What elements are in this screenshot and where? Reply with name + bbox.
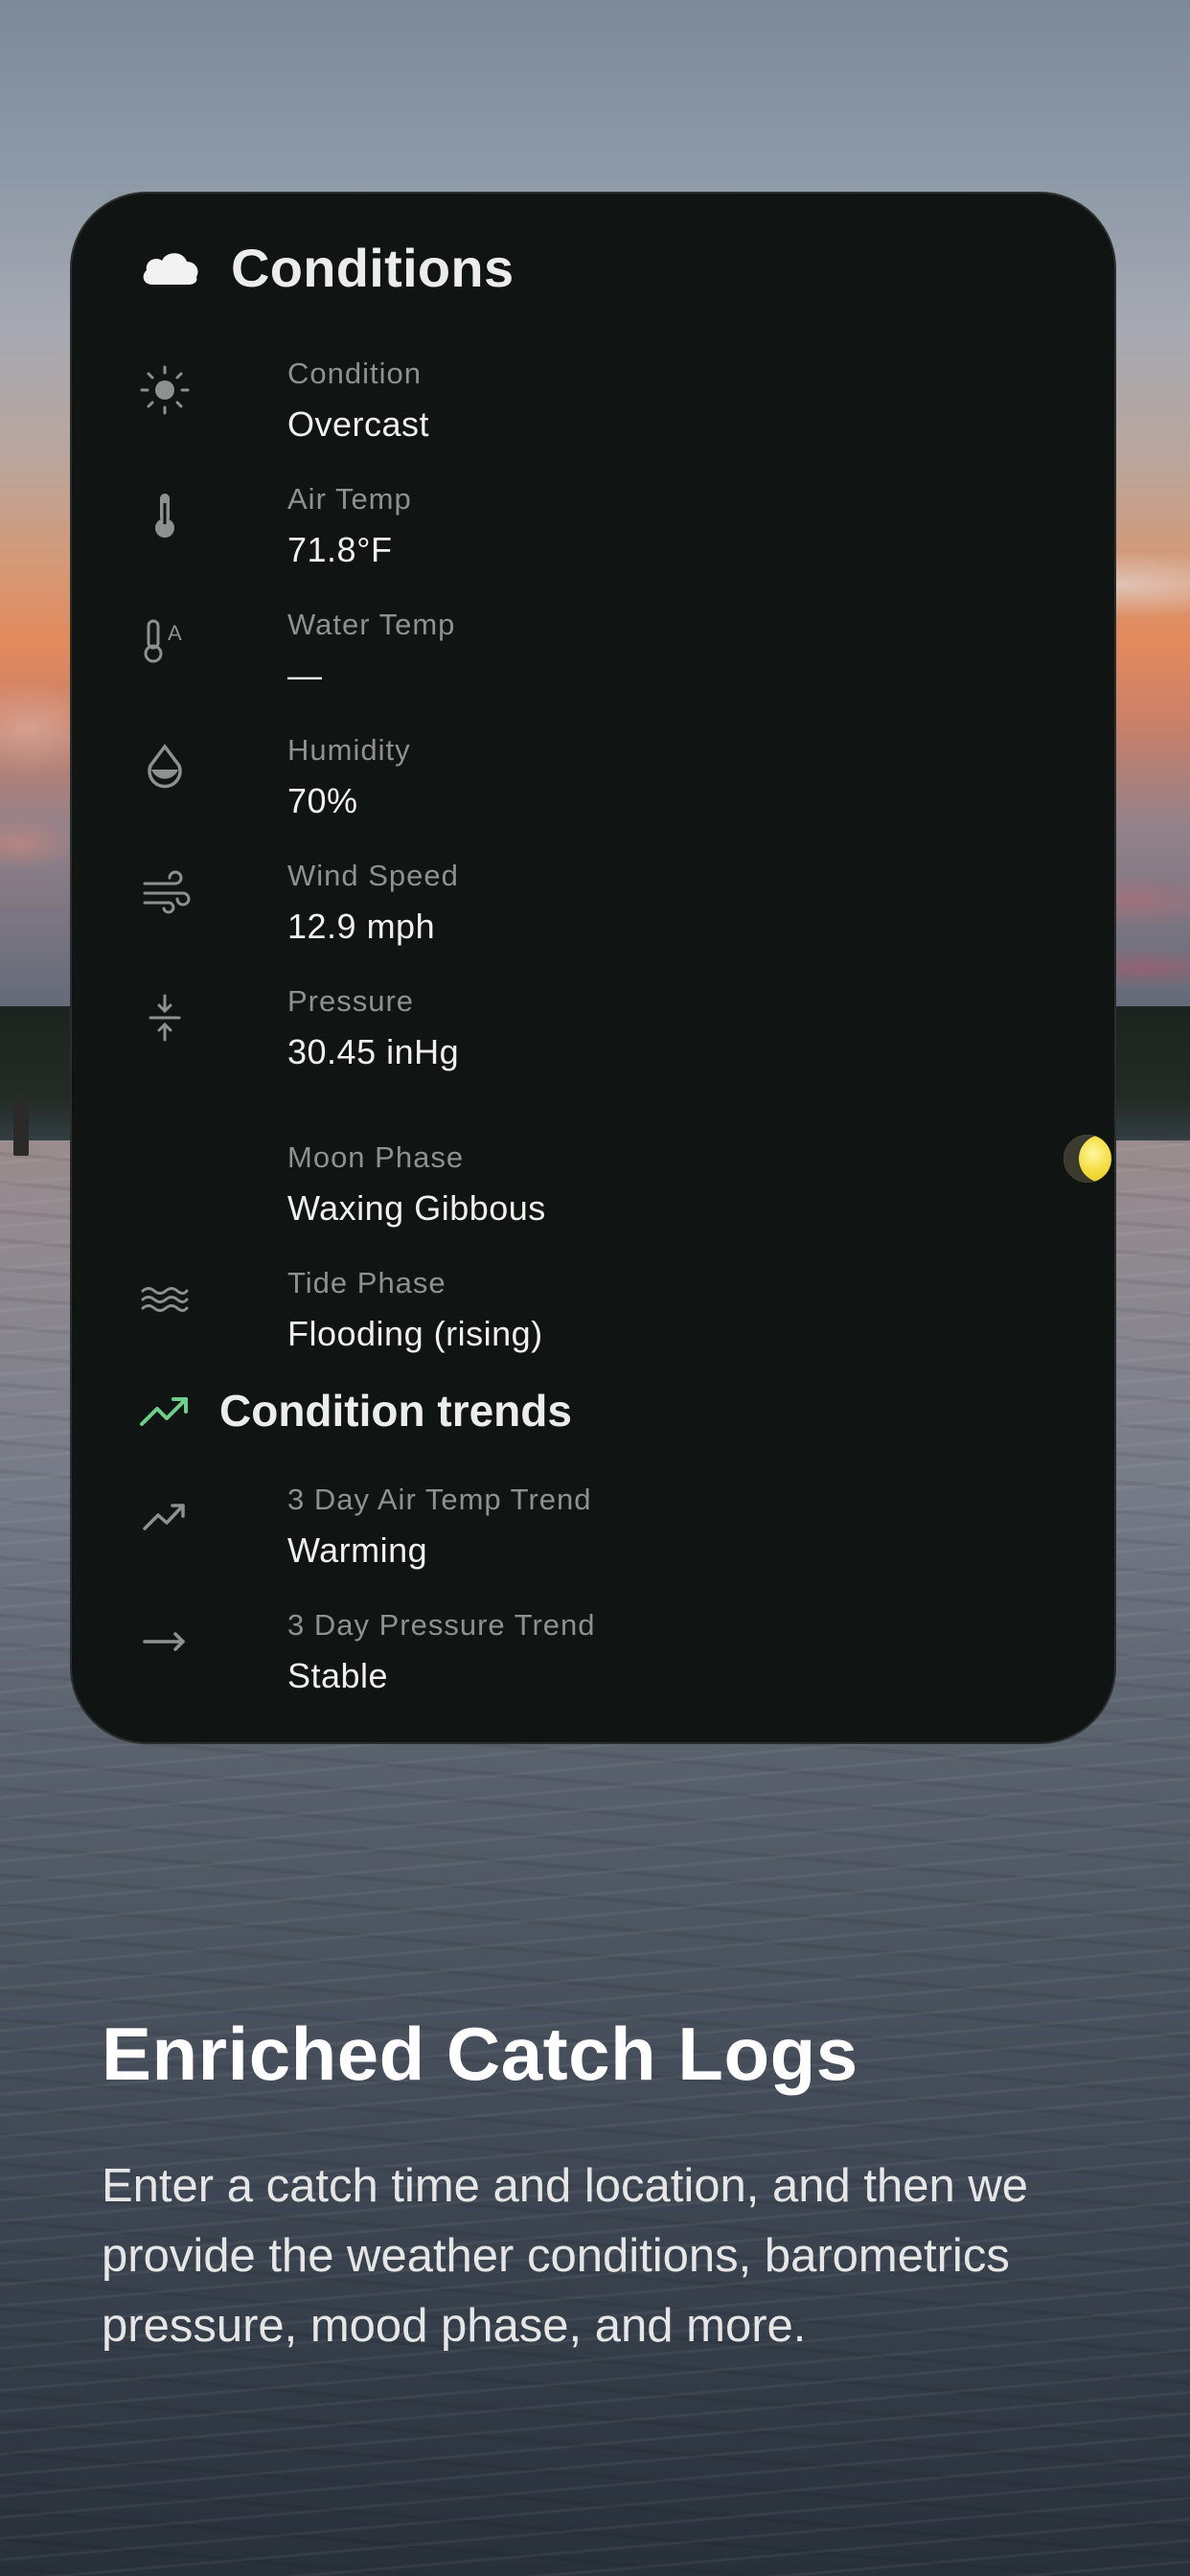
wind-speed-label: Wind Speed [287, 859, 459, 892]
humidity-drop-icon [139, 741, 191, 793]
pressure-trend-value: Stable [287, 1656, 389, 1695]
card-title: Conditions [231, 237, 515, 298]
arrow-right-icon [139, 1616, 191, 1668]
humidity-value: 70% [287, 781, 358, 820]
crescent-moon-icon [139, 1148, 191, 1200]
moon-phase-value: Waxing Gibbous [287, 1188, 546, 1228]
trending-up-icon [140, 1397, 188, 1426]
tide-phase-label: Tide Phase [287, 1266, 446, 1300]
condition-trends-header: Condition trends [139, 1382, 572, 1439]
water-temp-label: Water Temp [287, 608, 456, 641]
sun-icon [139, 364, 191, 416]
conditions-card: Conditions Condition Overcast Air Temp 7… [70, 192, 1116, 1744]
tide-phase-value: Flooding (rising) [287, 1314, 543, 1353]
thermometer-icon [139, 490, 191, 541]
moon-phase-row: Moon Phase Waxing Gibbous [139, 1135, 1111, 1246]
air-temp-row: Air Temp 71.8°F [139, 482, 1059, 587]
marketing-headline: Enriched Catch Logs [102, 2012, 858, 2096]
trending-up-icon [139, 1490, 191, 1542]
waves-icon [139, 1274, 191, 1325]
pressure-trend-label: 3 Day Pressure Trend [287, 1608, 596, 1642]
humidity-row: Humidity 70% [139, 733, 1059, 839]
fisherman-silhouette [13, 1092, 29, 1156]
humidity-label: Humidity [287, 733, 411, 767]
condition-value: Overcast [287, 404, 430, 444]
cloud-icon [143, 253, 198, 285]
conditions-header: Conditions [139, 234, 514, 301]
pressure-row: Pressure 30.45 inHg [139, 984, 1059, 1090]
condition-trends-title: Condition trends [219, 1386, 572, 1436]
moon-phase-label: Moon Phase [287, 1140, 465, 1174]
air-temp-trend-label: 3 Day Air Temp Trend [287, 1483, 592, 1516]
wind-speed-value: 12.9 mph [287, 907, 436, 946]
water-temp-value: — [287, 656, 323, 695]
condition-label: Condition [287, 356, 422, 390]
water-thermometer-icon: A [139, 615, 191, 667]
wind-icon [139, 866, 191, 918]
wind-speed-row: Wind Speed 12.9 mph [139, 859, 1059, 964]
pressure-label: Pressure [287, 984, 415, 1018]
waxing-gibbous-moon-icon [1064, 1135, 1111, 1183]
air-temp-value: 71.8°F [287, 530, 393, 569]
pressure-icon [139, 992, 191, 1044]
air-temp-trend-row: 3 Day Air Temp Trend Warming [139, 1483, 1059, 1588]
air-temp-label: Air Temp [287, 482, 412, 516]
svg-text:A: A [168, 621, 182, 645]
condition-row: Condition Overcast [139, 356, 1059, 462]
tide-phase-row: Tide Phase Flooding (rising) [139, 1266, 1059, 1371]
marketing-description: Enter a catch time and location, and the… [102, 2160, 1028, 2352]
water-temp-row: A Water Temp — [139, 608, 1059, 713]
air-temp-trend-value: Warming [287, 1530, 428, 1570]
pressure-trend-row: 3 Day Pressure Trend Stable [139, 1608, 1059, 1714]
pressure-value: 30.45 inHg [287, 1032, 460, 1071]
